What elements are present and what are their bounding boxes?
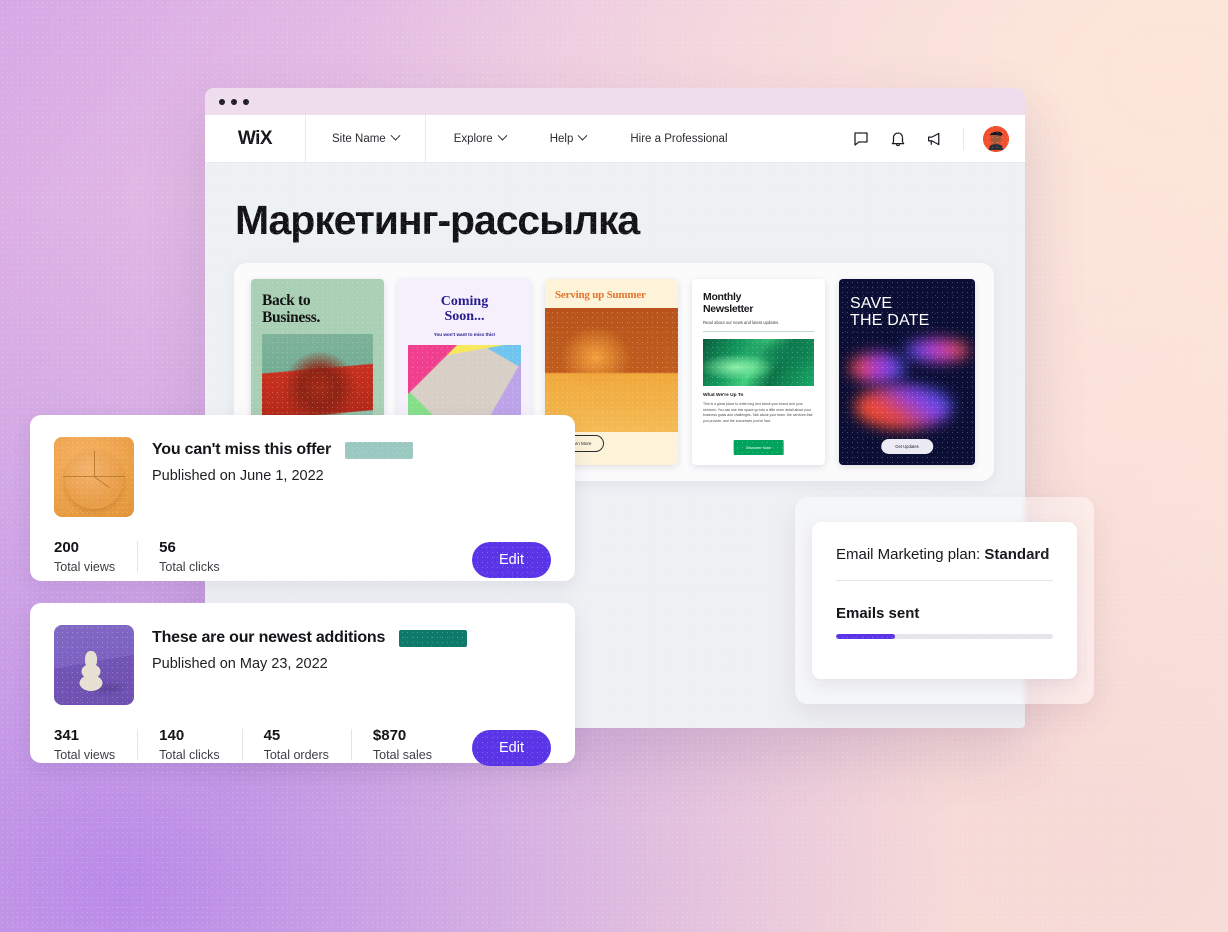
help-label: Help xyxy=(549,132,574,145)
stat-label: Total views xyxy=(54,560,116,574)
template-section-heading: What We're Up To xyxy=(703,392,744,398)
chevron-down-icon xyxy=(577,130,588,141)
blob-shape xyxy=(849,353,905,383)
template-subtitle: Read about our news and latest updates. xyxy=(703,320,780,326)
blob-shape xyxy=(904,339,969,362)
template-image-papaya xyxy=(545,308,678,432)
campaign-stats: 341 Total views 140 Total clicks 45 Tota… xyxy=(54,727,551,766)
template-title: SAVE THE DATE xyxy=(850,295,930,330)
template-body-text: This is a great place to write long text… xyxy=(703,401,813,423)
plan-name-value: Standard xyxy=(984,546,1050,563)
purple-vase-thumbnail xyxy=(54,625,134,705)
campaign-header: These are our newest additions Published… xyxy=(54,625,551,705)
stat-label: Total sales xyxy=(372,748,432,762)
window-titlebar xyxy=(205,88,1025,115)
bell-icon[interactable] xyxy=(889,130,907,148)
explore-menu[interactable]: Explore xyxy=(453,130,508,145)
page-background: WiX Site Name Explore Help Hire a Profes… xyxy=(0,0,1228,932)
template-divider xyxy=(703,331,814,332)
template-image-gift-boxes xyxy=(408,344,521,417)
template-cta-button[interactable]: Discover Now xyxy=(733,440,784,455)
status-badge xyxy=(345,441,413,459)
campaign-title: You can't miss this offer xyxy=(152,441,331,458)
campaign-title-row: These are our newest additions xyxy=(152,629,468,647)
template-title: Back to Business. xyxy=(262,292,321,326)
template-title: Coming Soon... xyxy=(440,294,489,324)
chat-icon[interactable] xyxy=(852,130,870,148)
vase-icon xyxy=(79,651,103,692)
edit-button[interactable]: Edit xyxy=(472,730,551,766)
window-dot-minimize[interactable] xyxy=(231,98,237,105)
template-card-save-the-date[interactable]: SAVE THE DATE Get Updates xyxy=(839,279,975,465)
template-card-monthly-newsletter[interactable]: Monthly Newsletter Read about our news an… xyxy=(692,279,825,465)
chevron-down-icon xyxy=(497,130,508,141)
page-title: Маркетинг-рассылка xyxy=(235,197,640,243)
template-cta-button[interactable]: Get Updates xyxy=(881,439,933,454)
emails-sent-progress-track xyxy=(836,634,1053,639)
stat-label: Total clicks xyxy=(159,748,220,762)
avatar-portrait-icon xyxy=(983,125,1009,152)
template-image-green-marble xyxy=(703,338,814,386)
campaign-publish-date: Published on May 23, 2022 xyxy=(152,656,328,672)
nav-divider xyxy=(963,127,964,150)
stat-total-sales: $870 Total sales xyxy=(350,727,454,762)
window-dot-close[interactable] xyxy=(219,98,225,105)
window-dot-maximize[interactable] xyxy=(243,98,249,105)
template-title: Monthly Newsletter xyxy=(703,291,754,315)
stat-total-clicks: 140 Total clicks xyxy=(137,727,241,762)
stat-value: $870 xyxy=(372,727,407,744)
email-marketing-plan-panel: Email Marketing plan: Standard Emails se… xyxy=(812,522,1077,679)
campaign-publish-date: Published on June 1, 2022 xyxy=(152,468,324,484)
stat-total-views: 200 Total views xyxy=(54,539,137,574)
wix-topnav: WiX Site Name Explore Help Hire a Profes… xyxy=(205,114,1025,163)
stat-total-orders: 45 Total orders xyxy=(241,727,351,762)
clock-hand-icon xyxy=(94,451,96,477)
emails-sent-progress-fill xyxy=(836,634,895,639)
plan-prefix-label: Email Marketing plan: xyxy=(836,546,985,563)
orange-clock-thumbnail xyxy=(54,437,134,517)
stat-value: 200 xyxy=(54,539,80,556)
plan-line: Email Marketing plan: Standard xyxy=(836,546,1053,563)
template-subtitle: You won't want to miss this! xyxy=(433,331,496,337)
template-image-gradient-blobs xyxy=(845,331,969,431)
wix-logo[interactable]: WiX xyxy=(205,128,305,150)
hire-label: Hire a Professional xyxy=(630,132,728,145)
explore-label: Explore xyxy=(453,132,493,145)
stat-label: Total clicks xyxy=(159,560,220,574)
stat-value: 45 xyxy=(263,727,281,744)
emails-sent-label: Emails sent xyxy=(836,605,920,622)
edit-button[interactable]: Edit xyxy=(472,542,551,578)
hire-a-professional-link[interactable]: Hire a Professional xyxy=(630,133,727,145)
campaign-title: These are our newest additions xyxy=(152,629,386,646)
stat-value: 140 xyxy=(159,727,185,744)
stat-label: Total views xyxy=(54,748,116,762)
campaign-text: These are our newest additions Published… xyxy=(152,625,468,705)
help-menu[interactable]: Help xyxy=(549,130,588,145)
blob-shape xyxy=(854,385,952,429)
campaign-title-row: You can't miss this offer xyxy=(152,441,413,459)
plan-divider xyxy=(836,580,1053,581)
stat-label: Total orders xyxy=(263,748,329,762)
stat-value: 341 xyxy=(54,727,80,744)
nav-actions xyxy=(852,125,1025,152)
stat-total-views: 341 Total views xyxy=(54,727,137,762)
avatar[interactable] xyxy=(983,125,1009,152)
campaign-card[interactable]: These are our newest additions Published… xyxy=(30,603,575,766)
chevron-down-icon xyxy=(390,130,401,141)
site-name-label: Site Name xyxy=(332,132,386,145)
campaign-card[interactable]: You can't miss this offer Published on J… xyxy=(30,415,575,581)
campaign-header: You can't miss this offer Published on J… xyxy=(54,437,551,517)
site-name-menu[interactable]: Site Name xyxy=(306,130,425,145)
template-title: Serving up Summer xyxy=(555,289,646,301)
status-badge xyxy=(399,629,468,647)
stat-value: 56 xyxy=(159,539,176,556)
vase-part xyxy=(85,651,98,669)
stat-total-clicks: 56 Total clicks xyxy=(137,539,241,574)
megaphone-icon[interactable] xyxy=(926,130,944,148)
campaign-text: You can't miss this offer Published on J… xyxy=(152,437,413,517)
nav-main-links: Explore Help Hire a Professional xyxy=(426,130,728,145)
campaign-stats: 200 Total views 56 Total clicks Edit xyxy=(54,539,551,578)
plan-panel-backdrop: Email Marketing plan: Standard Emails se… xyxy=(795,497,1094,704)
